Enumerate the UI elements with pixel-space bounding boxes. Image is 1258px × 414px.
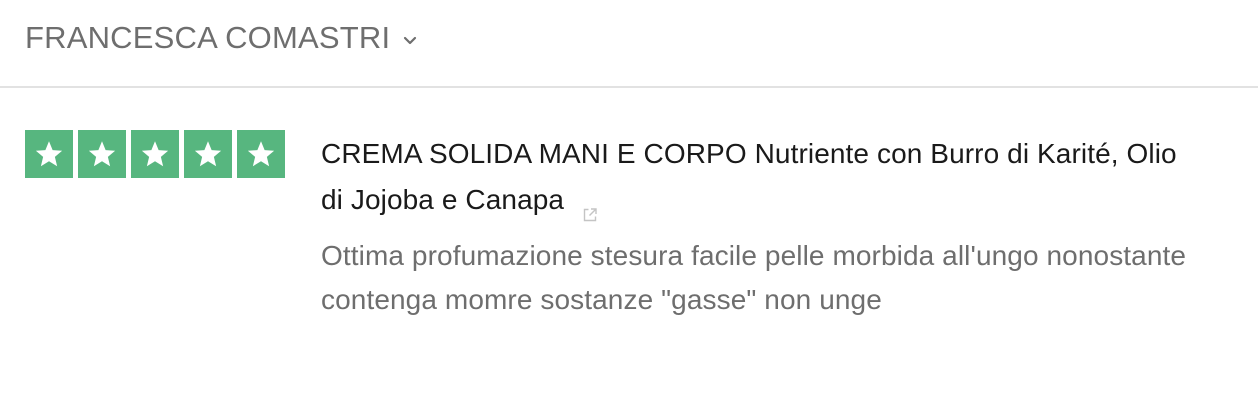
chevron-down-icon <box>402 33 418 49</box>
external-link-icon[interactable] <box>582 191 598 221</box>
product-title-text[interactable]: CREMA SOLIDA MANI E CORPO Nutriente con … <box>321 138 1177 215</box>
star-icon <box>25 130 73 178</box>
star-icon <box>184 130 232 178</box>
reviewer-name: FRANCESCA COMASTRI <box>25 20 391 55</box>
star-rating <box>25 130 285 178</box>
review-content: CREMA SOLIDA MANI E CORPO Nutriente con … <box>321 130 1201 322</box>
product-title[interactable]: CREMA SOLIDA MANI E CORPO Nutriente con … <box>321 130 1201 223</box>
review-text: Ottima profumazione stesura facile pelle… <box>321 240 1187 315</box>
reviewer-header: FRANCESCA COMASTRI <box>0 0 1258 88</box>
star-icon <box>78 130 126 178</box>
star-icon <box>131 130 179 178</box>
star-icon <box>237 130 285 178</box>
reviewer-dropdown[interactable]: FRANCESCA COMASTRI <box>25 18 418 58</box>
